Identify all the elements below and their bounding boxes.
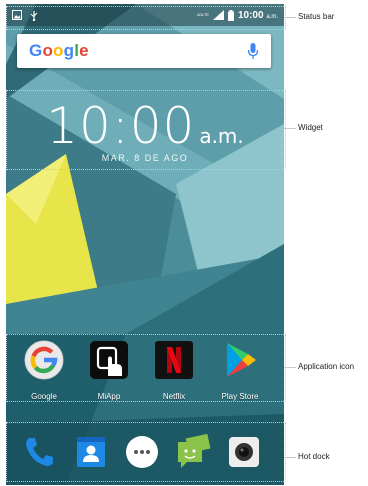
phone-screen: 4GLTE 10:00 a.m. Google 10:00 a.m. MAR. 8… xyxy=(6,4,284,485)
dock-callout-box xyxy=(6,422,286,482)
microphone-icon[interactable] xyxy=(247,42,259,60)
dock-callout-label: Hot dock xyxy=(298,452,330,461)
apps-callout-box xyxy=(6,334,286,402)
google-logo-letter: G xyxy=(29,41,43,60)
widget-callout-box xyxy=(6,90,286,170)
google-logo-letter: g xyxy=(63,41,75,60)
status-bar-callout-box xyxy=(6,6,286,30)
google-logo-letter: o xyxy=(42,41,54,60)
google-logo-letter: o xyxy=(53,41,64,60)
apps-callout-line xyxy=(284,367,296,368)
google-search-bar[interactable]: Google xyxy=(17,34,271,68)
dock-callout-line xyxy=(284,457,296,458)
status-bar-callout-line xyxy=(284,17,296,18)
wallpaper xyxy=(6,4,284,485)
apps-callout-label: Application icon xyxy=(298,362,355,371)
widget-callout-line xyxy=(284,128,296,129)
google-logo: Google xyxy=(29,41,89,61)
google-logo-letter: e xyxy=(79,41,89,60)
status-bar-callout-label: Status bar xyxy=(298,12,335,21)
widget-callout-label: Widget xyxy=(298,123,323,132)
